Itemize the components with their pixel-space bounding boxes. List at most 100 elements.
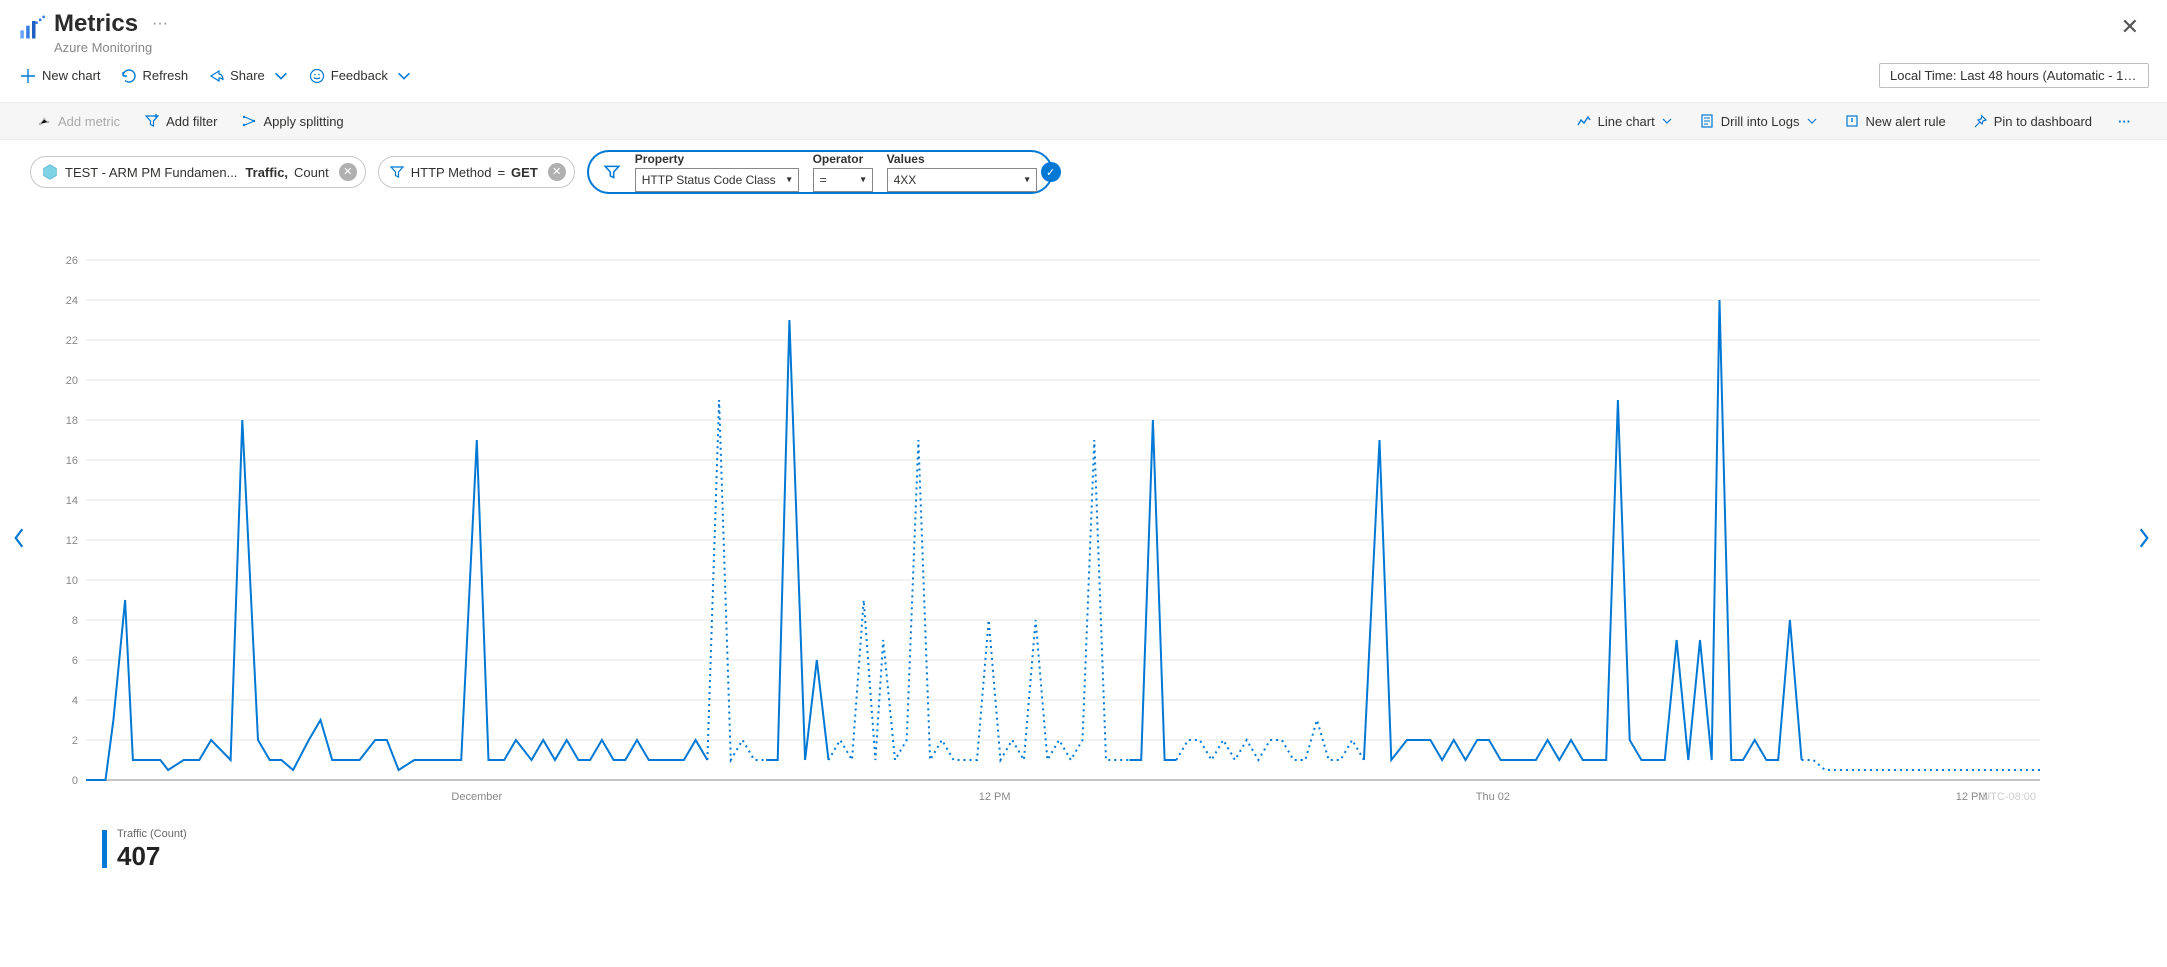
svg-text:December: December (451, 791, 502, 803)
svg-text:22: 22 (66, 335, 78, 347)
pin-to-dashboard-button[interactable]: Pin to dashboard (1966, 109, 2098, 133)
svg-text:16: 16 (66, 455, 78, 467)
metric-name-text: Traffic, (245, 165, 288, 180)
metrics-icon (18, 14, 46, 42)
svg-text:10: 10 (66, 575, 78, 587)
remove-metric-button[interactable]: ✕ (339, 163, 357, 181)
add-metric-button[interactable]: Add metric (30, 109, 126, 133)
chart-legend: Traffic (Count) 407 (40, 820, 2087, 872)
chevron-down-icon: ▾ (1025, 175, 1030, 186)
refresh-button[interactable]: Refresh (113, 64, 197, 88)
filter-pills-row: TEST - ARM PM Fundamen... Traffic, Count… (0, 140, 2167, 200)
chevron-down-icon (1661, 115, 1673, 127)
chart-area: 02468101214161820222426December12 PMThu … (0, 200, 2167, 882)
apply-splitting-button[interactable]: Apply splitting (235, 109, 349, 133)
drill-into-logs-button[interactable]: Drill into Logs (1693, 109, 1824, 133)
chevron-down-icon (396, 68, 412, 84)
apply-filter-button[interactable]: ✓ (1041, 162, 1061, 182)
pin-label: Pin to dashboard (1994, 114, 2092, 129)
chart-next-button[interactable] (2127, 517, 2161, 565)
operator-select[interactable]: = ▾ (813, 168, 873, 192)
page-subtitle: Azure Monitoring (54, 40, 2111, 55)
new-chart-button[interactable]: New chart (12, 64, 109, 88)
pin-icon (1972, 113, 1988, 129)
remove-filter-button[interactable]: ✕ (548, 163, 566, 181)
new-chart-label: New chart (42, 68, 101, 83)
chart-toolbar: Add metric Add filter Apply splitting Li… (0, 102, 2167, 140)
filter-operator-text: = (497, 165, 505, 180)
chart-type-button[interactable]: Line chart (1570, 109, 1679, 133)
metric-scope-text: TEST - ARM PM Fundamen... (65, 165, 237, 180)
funnel-icon (603, 163, 621, 181)
operator-value-text: = (820, 173, 827, 187)
chevron-down-icon (1806, 115, 1818, 127)
alert-icon (1844, 113, 1860, 129)
svg-text:26: 26 (66, 255, 78, 267)
svg-text:2: 2 (72, 735, 78, 747)
funnel-icon (389, 164, 405, 180)
svg-text:0: 0 (72, 775, 78, 787)
existing-filter-pill[interactable]: HTTP Method = GET ✕ (378, 156, 575, 188)
operator-label: Operator (813, 152, 873, 166)
metric-pill[interactable]: TEST - ARM PM Fundamen... Traffic, Count… (30, 156, 366, 188)
line-chart: 02468101214161820222426December12 PMThu … (40, 230, 2060, 820)
property-label: Property (635, 152, 799, 166)
plus-icon (20, 68, 36, 84)
svg-text:20: 20 (66, 375, 78, 387)
filter-plus-icon (144, 113, 160, 129)
share-button[interactable]: Share (200, 64, 297, 88)
chart-type-label: Line chart (1598, 114, 1655, 129)
svg-text:4: 4 (72, 695, 78, 707)
close-button[interactable]: ✕ (2111, 10, 2149, 44)
add-metric-icon (36, 113, 52, 129)
property-select[interactable]: HTTP Status Code Class ▾ (635, 168, 799, 192)
svg-text:18: 18 (66, 415, 78, 427)
new-alert-rule-button[interactable]: New alert rule (1838, 109, 1952, 133)
filter-dimension-text: HTTP Method (411, 165, 492, 180)
refresh-label: Refresh (143, 68, 189, 83)
share-icon (208, 68, 224, 84)
add-metric-label: Add metric (58, 114, 120, 129)
legend-series-label: Traffic (Count) (117, 828, 187, 841)
values-label: Values (887, 152, 1037, 166)
new-alert-label: New alert rule (1866, 114, 1946, 129)
values-value-text: 4XX (894, 173, 917, 187)
svg-text:6: 6 (72, 655, 78, 667)
refresh-icon (121, 68, 137, 84)
logs-icon (1699, 113, 1715, 129)
values-select[interactable]: 4XX ▾ (887, 168, 1037, 192)
legend-value: 407 (117, 841, 187, 872)
command-bar: New chart Refresh Share Feedback Local T… (0, 55, 2167, 102)
page-header: Metrics ··· Azure Monitoring ✕ (0, 0, 2167, 55)
chevron-down-icon: ▾ (861, 175, 866, 186)
splitting-icon (241, 113, 257, 129)
svg-text:24: 24 (66, 295, 78, 307)
filter-value-text: GET (511, 165, 538, 180)
chevron-down-icon (273, 68, 289, 84)
apply-splitting-label: Apply splitting (263, 114, 343, 129)
svg-text:Thu 02: Thu 02 (1476, 791, 1510, 803)
metric-agg-text: Count (294, 165, 329, 180)
chart-prev-button[interactable] (2, 517, 36, 565)
line-chart-icon (1576, 113, 1592, 129)
time-range-button[interactable]: Local Time: Last 48 hours (Automatic - 1… (1879, 63, 2149, 88)
feedback-button[interactable]: Feedback (301, 64, 420, 88)
svg-text:12: 12 (66, 535, 78, 547)
drill-logs-label: Drill into Logs (1721, 114, 1800, 129)
add-filter-button[interactable]: Add filter (138, 109, 223, 133)
svg-text:14: 14 (66, 495, 78, 507)
smiley-icon (309, 68, 325, 84)
resource-hex-icon (41, 163, 59, 181)
chevron-down-icon: ▾ (787, 175, 792, 186)
feedback-label: Feedback (331, 68, 388, 83)
legend-color-bar (102, 830, 107, 868)
title-more-button[interactable]: ··· (152, 15, 168, 33)
page-title: Metrics (54, 10, 138, 38)
toolbar-more-button[interactable]: ··· (2112, 114, 2137, 129)
property-value-text: HTTP Status Code Class (642, 173, 776, 187)
svg-text:8: 8 (72, 615, 78, 627)
share-label: Share (230, 68, 265, 83)
svg-text:UTC-08:00: UTC-08:00 (1982, 791, 2036, 803)
filter-editor: Property HTTP Status Code Class ▾ Operat… (587, 150, 1053, 194)
add-filter-label: Add filter (166, 114, 217, 129)
